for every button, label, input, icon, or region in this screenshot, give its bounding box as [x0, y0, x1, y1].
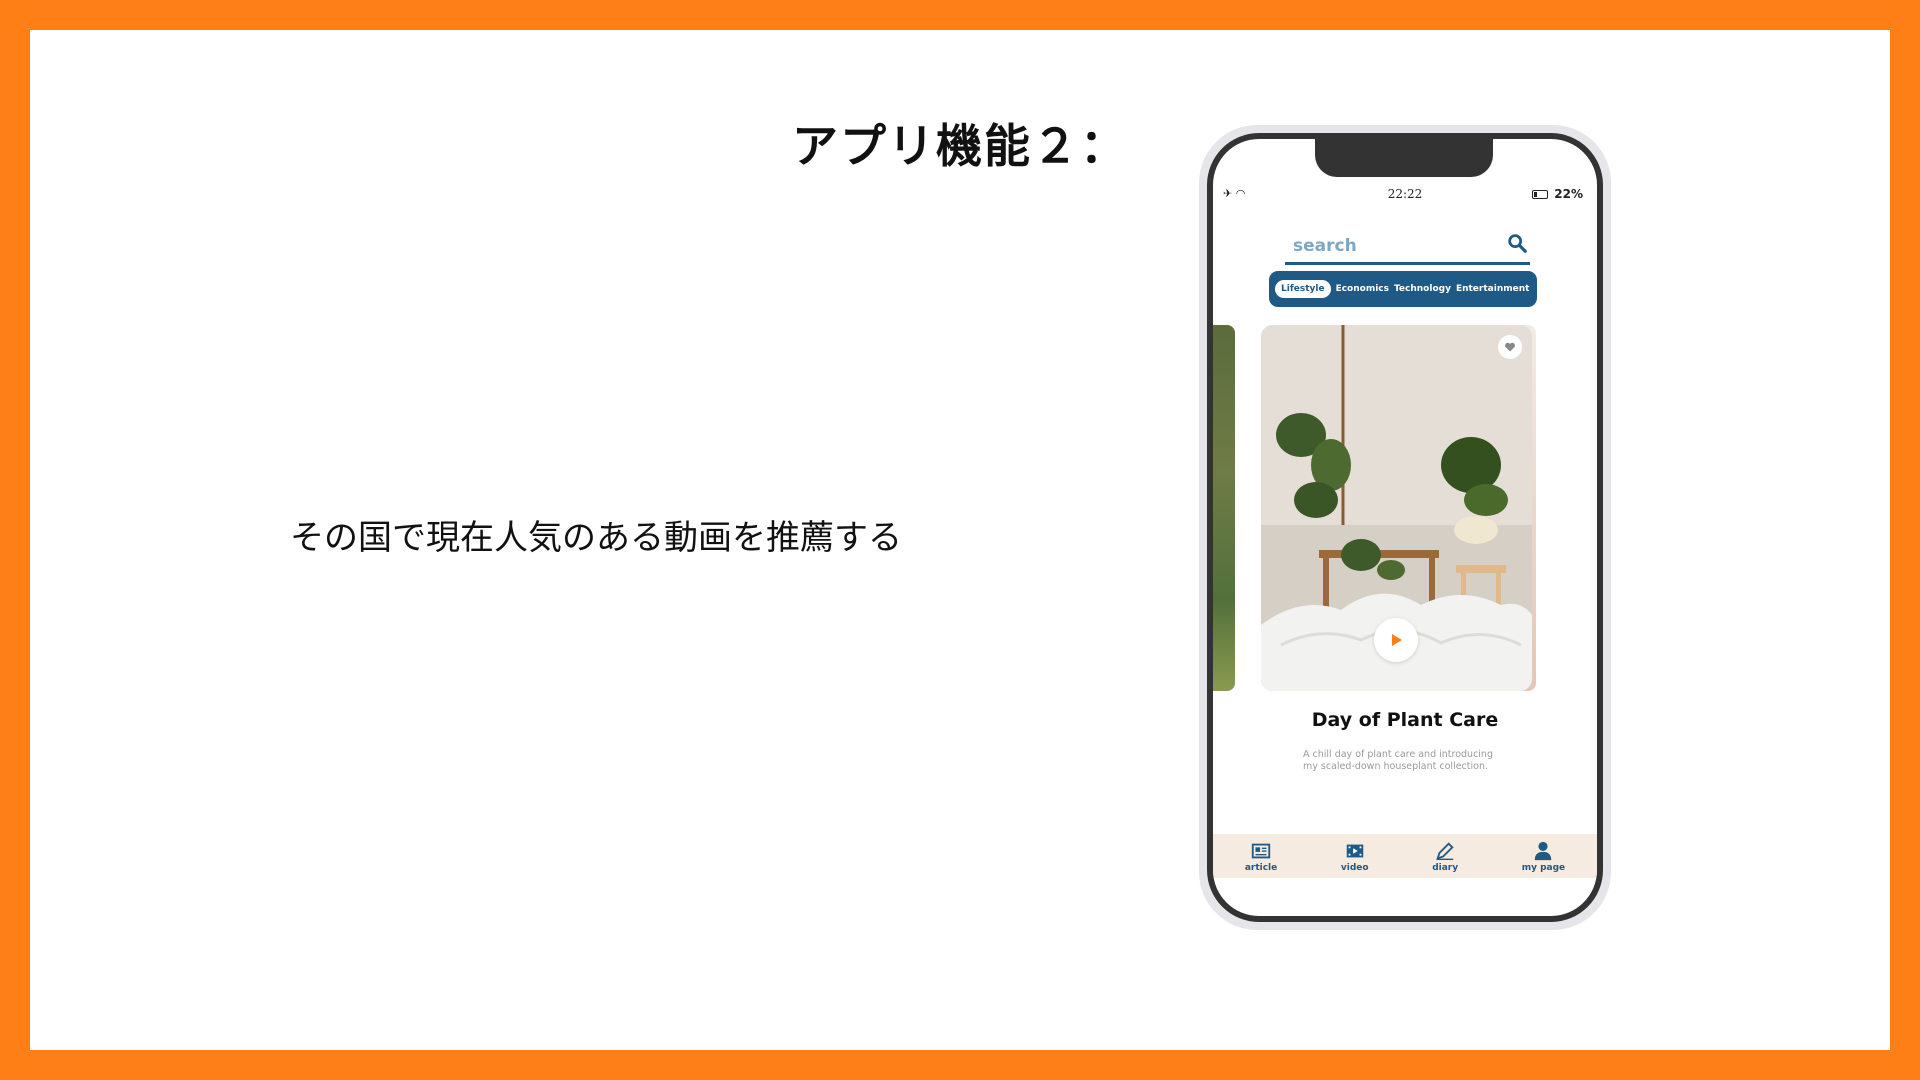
video-card[interactable]	[1261, 325, 1532, 691]
nav-label-my-page: my page	[1521, 862, 1566, 873]
slide-title: アプリ機能２：	[792, 119, 1128, 173]
battery-icon	[1532, 189, 1549, 199]
tab-entertainment[interactable]: Entertainment	[1456, 284, 1529, 294]
nav-label-video: video	[1340, 862, 1369, 873]
video-card-previous[interactable]	[1213, 325, 1235, 691]
video-description: A chill day of plant care and introducin…	[1303, 749, 1493, 772]
person-icon	[1535, 841, 1552, 860]
play-icon	[1392, 634, 1402, 646]
battery-status: 22%	[1532, 187, 1583, 201]
nav-item-video[interactable]: video	[1341, 840, 1369, 873]
notch	[1315, 139, 1493, 177]
tab-lifestyle[interactable]: Lifestyle	[1275, 280, 1331, 298]
category-tabs: Lifestyle Economics Technology Entertain…	[1269, 271, 1537, 307]
film-icon	[1346, 844, 1363, 857]
phone-frame: ✈ ◠ 22:22 22% Lifestyle Economics Techno…	[1207, 133, 1603, 922]
nav-item-article[interactable]: article	[1245, 840, 1277, 873]
play-button[interactable]	[1374, 618, 1418, 662]
tab-technology[interactable]: Technology	[1394, 284, 1451, 294]
nav-item-diary[interactable]: diary	[1432, 840, 1458, 873]
nav-label-article: article	[1244, 862, 1278, 873]
search-icon[interactable]	[1506, 232, 1528, 254]
phone-mockup: ✈ ◠ 22:22 22% Lifestyle Economics Techno…	[1199, 125, 1611, 930]
heart-icon	[1505, 342, 1515, 352]
tab-economics[interactable]: Economics	[1336, 284, 1389, 294]
newspaper-icon	[1251, 843, 1271, 858]
favorite-button[interactable]	[1498, 335, 1522, 359]
slide-caption: その国で現在人気のある動画を推薦する	[290, 518, 902, 558]
bottom-nav: article video diary my page	[1213, 834, 1597, 878]
slide: アプリ機能２： その国で現在人気のある動画を推薦する	[30, 30, 1890, 1050]
nav-label-diary: diary	[1432, 862, 1459, 873]
phone-screen: ✈ ◠ 22:22 22% Lifestyle Economics Techno…	[1213, 139, 1597, 916]
pen-icon	[1436, 841, 1454, 860]
battery-percent: 22%	[1554, 187, 1583, 201]
nav-item-my-page[interactable]: my page	[1522, 840, 1565, 873]
video-title: Day of Plant Care	[1311, 709, 1499, 731]
search-input[interactable]	[1285, 236, 1493, 256]
search-bar	[1285, 232, 1530, 265]
status-bar: ✈ ◠ 22:22 22%	[1213, 187, 1597, 207]
